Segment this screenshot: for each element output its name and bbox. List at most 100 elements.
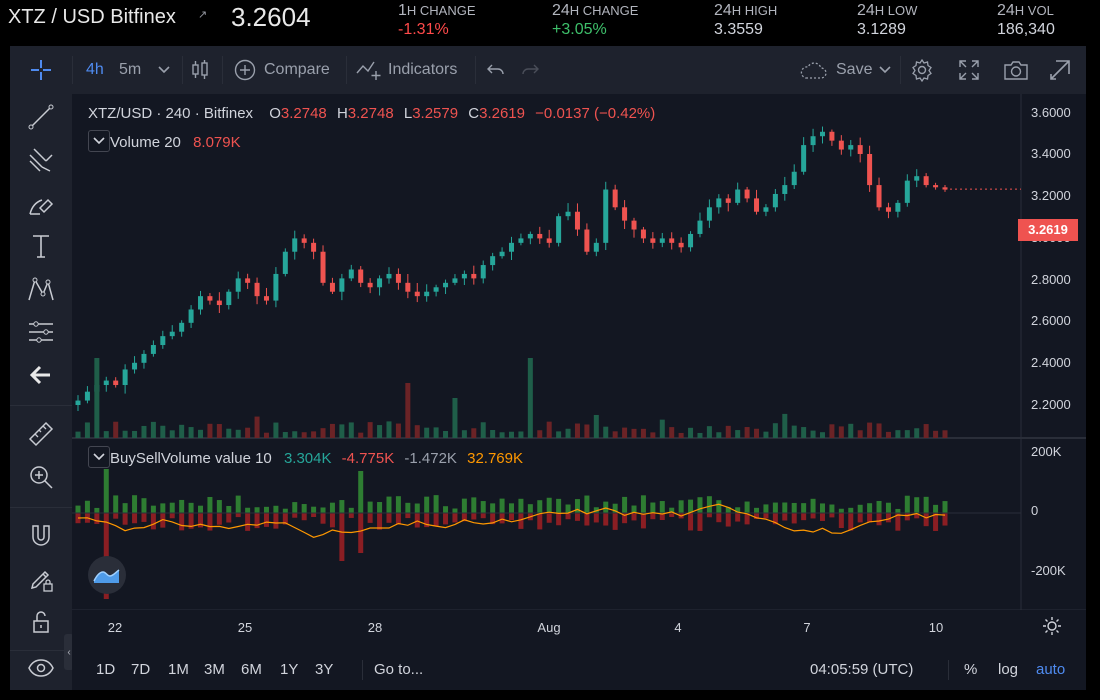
volume-bar: [829, 424, 835, 438]
candle-body: [377, 278, 383, 288]
time-tick-label: 4: [674, 620, 682, 635]
sell-volume-bar: [169, 513, 175, 519]
legend-change: −0.0137 (−0.42%): [535, 105, 656, 122]
candle-body: [518, 238, 524, 243]
candle-body: [405, 282, 411, 292]
volume-bar: [499, 432, 505, 438]
sell-volume-bar: [433, 513, 439, 527]
candle-body: [801, 145, 807, 172]
candle-body: [273, 273, 279, 301]
eye-icon[interactable]: [24, 651, 58, 685]
stat-value: 3.3559: [714, 21, 763, 38]
stat-label: H VOL: [1014, 3, 1054, 18]
buy-volume-bar: [235, 495, 241, 513]
goto-button[interactable]: Go to...: [374, 650, 423, 690]
volume-bar: [876, 423, 882, 438]
stat-value: -1.31%: [398, 21, 449, 38]
volume-bar: [574, 423, 580, 438]
volume-bar: [329, 423, 335, 438]
sell-volume-bar: [706, 513, 712, 518]
buy-volume-bar: [791, 502, 797, 513]
candle-body: [75, 400, 81, 406]
buy-volume-bar: [263, 506, 269, 513]
volume-bar: [150, 421, 156, 438]
sell-volume-bar: [801, 513, 807, 521]
candle-body: [169, 331, 175, 337]
range-button-3y[interactable]: 3Y: [315, 650, 333, 690]
buy-volume-bar: [706, 496, 712, 513]
buy-volume-bar: [471, 497, 477, 513]
sell-volume-bar: [339, 513, 345, 561]
range-button-3m[interactable]: 3M: [204, 650, 225, 690]
volume-bar: [132, 430, 138, 438]
range-button-7d[interactable]: 7D: [131, 650, 150, 690]
buy-volume-bar: [819, 503, 825, 513]
tradingview-logo-icon[interactable]: [88, 556, 126, 594]
volume-legend: Volume 20 8.079K: [88, 130, 241, 154]
percent-toggle[interactable]: %: [964, 650, 977, 690]
range-button-6m[interactable]: 6M: [241, 650, 262, 690]
buy-volume-bar: [867, 503, 873, 513]
sell-volume-bar: [838, 513, 844, 529]
volume-bar: [857, 430, 863, 438]
time-tick-label: Aug: [537, 620, 561, 635]
volume-bar: [179, 424, 185, 438]
sell-volume-bar: [377, 513, 383, 530]
link-icon[interactable]: ↗: [198, 8, 207, 21]
bsv-collapse-icon[interactable]: [88, 446, 110, 468]
buy-volume-bar: [772, 502, 778, 513]
sell-volume-bar: [301, 513, 307, 521]
buy-volume-bar: [782, 502, 788, 513]
buy-volume-bar: [518, 498, 524, 513]
candle-body: [914, 176, 920, 181]
buy-volume-bar: [688, 499, 694, 513]
symbol-title[interactable]: XTZ / USD Bitfinex: [8, 6, 176, 29]
volume-collapse-icon[interactable]: [88, 130, 110, 152]
candle-body: [499, 251, 505, 257]
stat-prefix: 24: [552, 2, 570, 19]
sell-volume-bar: [245, 513, 251, 531]
buy-volume-bar: [876, 500, 882, 513]
buy-volume-bar: [395, 496, 401, 513]
tradingview-widget: XTZ / USD Bitfinex ↗ 3.2604 1H CHANGE -1.…: [0, 0, 1100, 700]
range-button-1m[interactable]: 1M: [168, 650, 189, 690]
volume-bar: [254, 416, 260, 438]
volume-bar: [358, 432, 364, 438]
volume-tick-label: 200K: [1031, 444, 1062, 459]
volume-tick-label: 0: [1031, 503, 1039, 518]
sell-volume-bar: [904, 513, 910, 521]
sell-volume-bar: [697, 513, 703, 531]
candle-body: [876, 185, 882, 208]
volume-bar: [933, 430, 939, 438]
candle-body: [348, 269, 354, 279]
sell-volume-bar: [367, 513, 373, 523]
buy-volume-bar: [188, 502, 194, 513]
buy-volume-bar: [141, 498, 147, 513]
candle-body: [678, 242, 684, 248]
buy-volume-bar: [480, 501, 486, 513]
sun-icon[interactable]: [1042, 616, 1062, 639]
sell-volume-bar: [791, 513, 797, 524]
buy-volume-bar: [640, 495, 646, 513]
sell-volume-bar: [207, 513, 213, 531]
volume-bar: [603, 426, 609, 438]
range-button-1y[interactable]: 1Y: [280, 650, 298, 690]
volume-bar: [273, 422, 279, 438]
buy-volume-bar: [933, 504, 939, 513]
log-toggle[interactable]: log: [998, 650, 1018, 690]
volume-bar: [207, 423, 213, 438]
buy-volume-bar: [414, 503, 420, 513]
candle-body: [471, 273, 477, 279]
utc-clock[interactable]: 04:05:59 (UTC): [810, 650, 913, 690]
legend-open: 3.2748: [280, 105, 327, 122]
ticker-stat: 24H VOL 186,340: [997, 2, 1055, 39]
sell-volume-bar: [763, 513, 769, 519]
auto-toggle[interactable]: auto: [1036, 650, 1065, 690]
buy-volume-bar: [490, 503, 496, 513]
candle-body: [452, 278, 458, 283]
buy-volume-bar: [216, 500, 222, 513]
volume-bar: [640, 428, 646, 438]
buy-volume-bar: [716, 500, 722, 513]
volume-bar: [810, 430, 816, 438]
range-button-1d[interactable]: 1D: [96, 650, 115, 690]
